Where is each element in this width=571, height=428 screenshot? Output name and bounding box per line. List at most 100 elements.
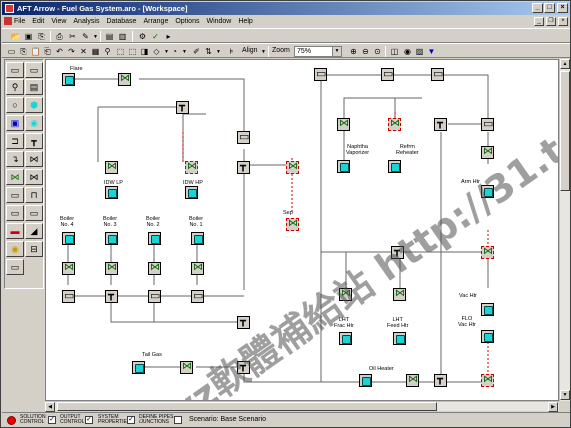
- sep-junction[interactable]: [286, 218, 299, 231]
- vac-htr-junction[interactable]: [481, 303, 494, 316]
- horizontal-scrollbar[interactable]: ◀ ▶: [45, 401, 559, 412]
- filter-icon[interactable]: ▼: [426, 46, 437, 57]
- menu-edit[interactable]: Edit: [32, 18, 44, 25]
- check-icon[interactable]: ✓: [150, 31, 161, 42]
- lht-frac-valve[interactable]: [339, 288, 352, 301]
- chevron-down-icon[interactable]: ▼: [332, 47, 341, 56]
- bend-junction[interactable]: [237, 161, 250, 174]
- boiler-4-junction[interactable]: [62, 232, 75, 245]
- find-icon[interactable]: ⚲: [102, 46, 113, 57]
- save-icon[interactable]: ▣: [23, 31, 34, 42]
- target-icon[interactable]: ◉: [402, 46, 413, 57]
- assigned-flow-icon[interactable]: ▭: [25, 62, 43, 78]
- boiler-1-valve[interactable]: [191, 262, 204, 275]
- idw-lp-junction[interactable]: [105, 186, 118, 199]
- solution-control-label[interactable]: SOLUTION CONTROL: [20, 415, 46, 425]
- align-icon[interactable]: ⊧: [226, 46, 237, 57]
- boiler-3-valve[interactable]: [105, 262, 118, 275]
- copy-icon[interactable]: ⎘: [18, 46, 29, 57]
- zoom-in-icon[interactable]: ⊕: [348, 46, 359, 57]
- close-button[interactable]: ×: [557, 3, 568, 13]
- boiler-2-branch[interactable]: [148, 289, 161, 303]
- open-icon[interactable]: 📂: [10, 31, 21, 42]
- image-icon[interactable]: ▨: [414, 46, 425, 57]
- naphtha-junction[interactable]: [337, 160, 350, 173]
- relief-valve-icon[interactable]: ⊓: [25, 187, 43, 203]
- dead-end-icon[interactable]: ⊟: [25, 241, 43, 257]
- vertical-scrollbar[interactable]: ▲ ▼: [559, 59, 570, 401]
- control-valve-icon[interactable]: ⋈: [6, 169, 24, 185]
- undo-icon[interactable]: ↶: [54, 46, 65, 57]
- cut-icon[interactable]: ✂: [67, 31, 78, 42]
- delete-icon[interactable]: ✕: [78, 46, 89, 57]
- maximize-button[interactable]: □: [544, 3, 555, 13]
- tee-junction-2[interactable]: [434, 118, 447, 131]
- vac-htr-valve[interactable]: [481, 246, 494, 259]
- separator-icon[interactable]: ▭: [25, 205, 43, 221]
- flare-valve[interactable]: [118, 73, 131, 86]
- valve-icon[interactable]: ⋈: [25, 151, 43, 167]
- chevron-down-icon[interactable]: ▼: [213, 46, 224, 57]
- title-bar[interactable]: AFT Arrow - Fuel Gas System.aro - [Works…: [2, 2, 570, 15]
- menu-database[interactable]: Database: [106, 18, 136, 25]
- select-all-icon[interactable]: ⬚: [127, 46, 138, 57]
- window-tile-icon[interactable]: ▥: [117, 31, 128, 42]
- branch-junction-4[interactable]: [431, 67, 444, 81]
- zoom-out-icon[interactable]: ⊖: [360, 46, 371, 57]
- layer-icon[interactable]: ◫: [389, 46, 400, 57]
- branch-icon[interactable]: ○: [6, 97, 24, 113]
- spray-icon[interactable]: ▬: [6, 223, 24, 239]
- bend-junction-3[interactable]: [237, 361, 250, 374]
- define-pipes-checkbox[interactable]: [174, 416, 182, 424]
- annotate-icon[interactable]: ✐: [191, 46, 202, 57]
- paste-icon[interactable]: 📋: [30, 46, 41, 57]
- naphtha-valve[interactable]: [337, 118, 350, 131]
- idw-hp-valve[interactable]: [185, 161, 198, 174]
- select-icon[interactable]: ⬚: [115, 46, 126, 57]
- branch-junction-3[interactable]: [381, 67, 394, 81]
- align-label[interactable]: Align: [242, 47, 258, 54]
- check-valve-icon[interactable]: ⋈: [25, 169, 43, 185]
- lht-feed-valve[interactable]: [393, 288, 406, 301]
- reformate-junction[interactable]: [388, 160, 401, 173]
- lht-frac-junction[interactable]: [339, 332, 352, 345]
- idw-hp-junction[interactable]: [185, 186, 198, 199]
- arrow-right-icon[interactable]: ▸: [163, 31, 174, 42]
- flo-vac-htr-junction[interactable]: [481, 330, 494, 343]
- menu-arrange[interactable]: Arrange: [143, 18, 168, 25]
- menu-view[interactable]: View: [51, 18, 66, 25]
- reservoir-icon[interactable]: ⬢: [25, 97, 43, 113]
- scroll-left-icon[interactable]: ◀: [45, 402, 55, 412]
- workspace-canvas[interactable]: Flare IDW LP IDW HP Sep Boiler No. 4 Boi…: [45, 59, 559, 401]
- grid-icon[interactable]: ▦: [90, 46, 101, 57]
- boiler-1-branch[interactable]: [191, 289, 204, 303]
- compressor-icon[interactable]: ◉: [25, 115, 43, 131]
- chevron-down-icon[interactable]: ▼: [179, 46, 190, 57]
- tail-gas-valve[interactable]: [180, 361, 193, 374]
- doc-close-button[interactable]: ×: [558, 17, 568, 26]
- menu-window[interactable]: Window: [206, 18, 231, 25]
- boiler-2-valve[interactable]: [148, 262, 161, 275]
- assigned-pressure-icon[interactable]: ▣: [6, 115, 24, 131]
- tail-gas-junction[interactable]: [132, 361, 145, 374]
- scroll-up-icon[interactable]: ▲: [560, 59, 570, 69]
- boiler-4-branch[interactable]: [62, 289, 75, 303]
- copy-icon[interactable]: ⎘: [36, 31, 47, 42]
- tee-junction[interactable]: [176, 101, 189, 114]
- minimize-button[interactable]: _: [532, 3, 543, 13]
- system-properties-label[interactable]: SYSTEM PROPERTIES: [98, 415, 130, 425]
- arm-htr-junction[interactable]: [481, 185, 494, 198]
- idw-lp-valve[interactable]: [105, 161, 118, 174]
- menu-analysis[interactable]: Analysis: [73, 18, 99, 25]
- branch-junction-2[interactable]: [314, 67, 327, 81]
- flare-junction[interactable]: [62, 73, 75, 86]
- reformate-valve[interactable]: [388, 118, 401, 131]
- vertical-scroll-thumb[interactable]: [560, 71, 570, 191]
- area-change-icon[interactable]: ⊐: [6, 133, 24, 149]
- screen-icon[interactable]: ▭: [6, 259, 24, 275]
- orifice-icon[interactable]: ▭: [6, 187, 24, 203]
- outlet-valve[interactable]: [481, 374, 494, 387]
- menu-help[interactable]: Help: [238, 18, 252, 25]
- branch-junction-5[interactable]: [481, 117, 494, 131]
- heat-exchanger-icon[interactable]: ▭: [6, 205, 24, 221]
